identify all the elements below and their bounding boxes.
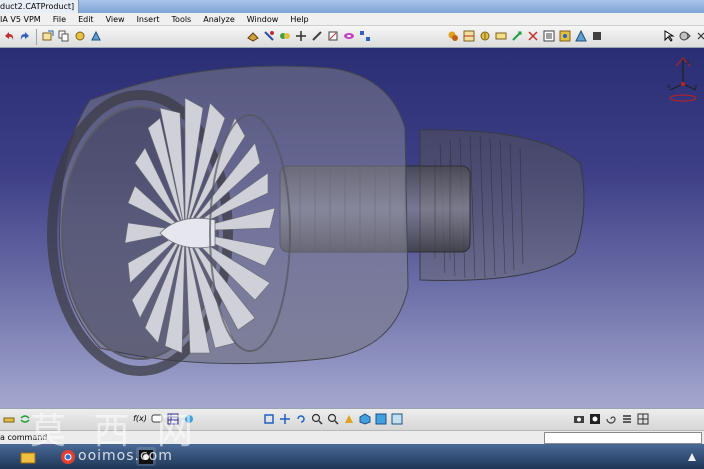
- scene-icon[interactable]: [558, 29, 572, 43]
- assembly-toolbar: [246, 29, 372, 45]
- clash-icon[interactable]: [446, 29, 460, 43]
- measure-icon[interactable]: [510, 29, 524, 43]
- taskbar: [0, 444, 704, 469]
- catalog-icon[interactable]: [73, 29, 87, 43]
- iso-view-icon[interactable]: [358, 412, 372, 426]
- status-bar: a command: [0, 430, 704, 444]
- band-icon[interactable]: [494, 29, 508, 43]
- browser-icon[interactable]: [58, 447, 78, 466]
- analysis-toolbar: [446, 29, 604, 45]
- render-style-icon[interactable]: [374, 412, 388, 426]
- compass-label-z: z: [686, 59, 689, 66]
- comment-icon[interactable]: [150, 412, 164, 426]
- zoom-out-icon[interactable]: [326, 412, 340, 426]
- copy-icon[interactable]: [57, 29, 71, 43]
- table-icon[interactable]: [166, 412, 180, 426]
- inertia-icon[interactable]: [526, 29, 540, 43]
- jet-engine-model[interactable]: [0, 48, 704, 408]
- menu-item-insert[interactable]: Insert: [131, 13, 166, 26]
- compass-label-y: y: [694, 83, 698, 90]
- command-input[interactable]: [544, 432, 702, 444]
- image-icon[interactable]: [588, 412, 602, 426]
- constraint-icon[interactable]: [310, 29, 324, 43]
- distance-icon[interactable]: [478, 29, 492, 43]
- component-icon[interactable]: [41, 29, 55, 43]
- pan-icon[interactable]: [278, 412, 292, 426]
- redo-icon[interactable]: [18, 29, 32, 43]
- existing-component-icon[interactable]: [262, 29, 276, 43]
- grid-icon[interactable]: [636, 412, 650, 426]
- standard-toolbar: [2, 29, 103, 45]
- menu-item-analyze[interactable]: Analyze: [197, 13, 241, 26]
- menu-item-help[interactable]: Help: [284, 13, 314, 26]
- camera-icon[interactable]: [572, 412, 586, 426]
- tree-icon[interactable]: [678, 29, 692, 43]
- menu-bar: IA V5 VPM File Edit View Insert Tools An…: [0, 13, 704, 26]
- bottom-right-toolbar: [572, 412, 650, 428]
- catia-taskbar-icon[interactable]: [136, 447, 156, 466]
- menu-item-tools[interactable]: Tools: [166, 13, 198, 26]
- menu-item-view[interactable]: View: [100, 13, 131, 26]
- view-manipulation-toolbar: [262, 412, 404, 428]
- bottom-left-toolbar: [2, 412, 32, 428]
- folder-icon[interactable]: [18, 447, 38, 466]
- fly-icon[interactable]: [2, 412, 16, 426]
- rule-icon[interactable]: [182, 412, 196, 426]
- hide-show-icon[interactable]: [390, 412, 404, 426]
- formula-button[interactable]: f(x): [132, 412, 148, 426]
- swap-icon[interactable]: [18, 412, 32, 426]
- compass-label-x: x: [667, 83, 671, 90]
- stop-icon[interactable]: [590, 29, 604, 43]
- menu-item-edit[interactable]: Edit: [72, 13, 100, 26]
- new-component-icon[interactable]: [246, 29, 260, 43]
- swirl-icon[interactable]: [604, 412, 618, 426]
- view-toolbar: f(x): [0, 408, 704, 430]
- contact-icon[interactable]: [342, 29, 356, 43]
- snap-icon[interactable]: [278, 29, 292, 43]
- menu-item-file[interactable]: File: [47, 13, 72, 26]
- undo-icon[interactable]: [2, 29, 16, 43]
- normal-view-icon[interactable]: [342, 412, 356, 426]
- window-title: duct2.CATProduct]: [0, 0, 80, 13]
- bom-icon[interactable]: [542, 29, 556, 43]
- status-prompt: a command: [0, 433, 48, 442]
- fix-icon[interactable]: [326, 29, 340, 43]
- top-toolbar: [0, 26, 704, 48]
- zoom-in-icon[interactable]: [310, 412, 324, 426]
- menu-item-app[interactable]: IA V5 VPM: [0, 13, 47, 26]
- toolbar-separator: [36, 29, 37, 45]
- section-icon[interactable]: [462, 29, 476, 43]
- fit-all-icon[interactable]: [262, 412, 276, 426]
- menu-item-window[interactable]: Window: [241, 13, 285, 26]
- compass-icon[interactable]: z y x: [666, 54, 700, 104]
- help-icon[interactable]: [694, 29, 704, 43]
- formula-toolbar: f(x): [132, 412, 196, 428]
- offset-icon[interactable]: [358, 29, 372, 43]
- title-bar: duct2.CATProduct]: [0, 0, 704, 13]
- rotate-icon[interactable]: [294, 412, 308, 426]
- manipulation-icon[interactable]: [89, 29, 103, 43]
- 3d-viewport[interactable]: z y x: [0, 48, 704, 408]
- list-icon[interactable]: [620, 412, 634, 426]
- select-icon[interactable]: [662, 29, 676, 43]
- publish-icon[interactable]: [574, 29, 588, 43]
- tray-icon[interactable]: [682, 447, 702, 466]
- right-toolbar: [662, 29, 704, 45]
- explode-icon[interactable]: [294, 29, 308, 43]
